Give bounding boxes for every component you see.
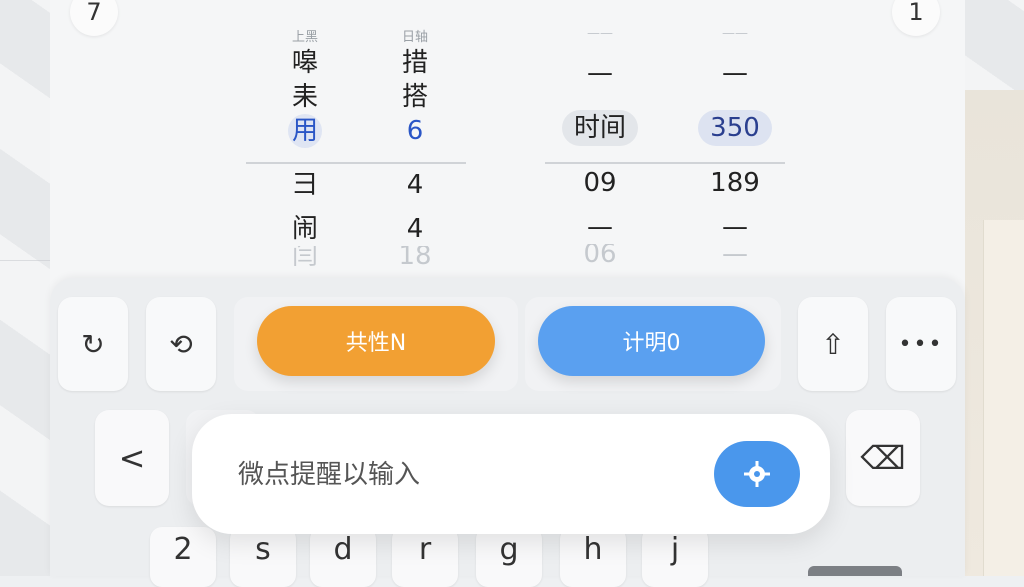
key-j[interactable]: j bbox=[642, 527, 708, 587]
picker-selected-item[interactable]: 6 bbox=[407, 114, 424, 148]
chevron-left-icon: < bbox=[118, 439, 146, 477]
picker-item[interactable]: 耒 bbox=[292, 80, 318, 114]
picker-column-2[interactable]: 日轴 措 搭 6 4 4 18 bbox=[390, 0, 440, 266]
key-s[interactable]: s bbox=[230, 527, 296, 587]
picker-item[interactable]: 4 bbox=[407, 212, 424, 246]
picker-item[interactable]: 嗥 bbox=[292, 46, 318, 80]
key-2[interactable]: 2 bbox=[150, 527, 216, 587]
picker-item[interactable]: 189 bbox=[710, 166, 760, 200]
picker-item[interactable]: 闹 bbox=[292, 212, 318, 246]
picker-item[interactable]: 彐 bbox=[292, 168, 318, 202]
picker-item-faint: 06 bbox=[583, 244, 617, 264]
shift-icon: ⇧ bbox=[821, 327, 845, 361]
more-icon: ••• bbox=[898, 331, 944, 357]
corner-button-right[interactable]: 1 bbox=[892, 0, 940, 36]
key-r[interactable]: r bbox=[392, 527, 458, 587]
text-input-bar[interactable]: 微点提醒以输入 bbox=[192, 414, 830, 534]
key-g[interactable]: g bbox=[476, 527, 542, 587]
home-indicator bbox=[808, 566, 902, 576]
picker-item[interactable]: 4 bbox=[407, 168, 424, 202]
refresh-icon: ↻ bbox=[81, 327, 105, 361]
back-key[interactable]: < bbox=[95, 410, 169, 506]
picker-item-faint: 18 bbox=[398, 246, 432, 266]
picker-item[interactable]: 09 bbox=[583, 166, 616, 200]
picker-item[interactable]: — bbox=[587, 210, 613, 244]
picker-selected-item[interactable]: 时间 bbox=[561, 110, 638, 146]
picker-column-1[interactable]: 上黑 嗥 耒 用 彐 闹 闫 bbox=[280, 0, 330, 266]
picker-column-3[interactable]: —— — 时间 09 — 06 bbox=[550, 0, 650, 264]
picker-column-4[interactable]: —— — 350 189 — — bbox=[685, 0, 785, 264]
picker-item-faint: 闫 bbox=[291, 246, 318, 266]
shift-button[interactable]: ⇧ bbox=[798, 297, 868, 391]
picker-header: —— bbox=[722, 26, 748, 41]
undo-button[interactable]: ⟲ bbox=[146, 297, 216, 391]
orange-action-button[interactable]: 共性N bbox=[257, 306, 495, 376]
target-icon bbox=[744, 461, 770, 487]
delete-key[interactable]: ⌫ bbox=[846, 410, 920, 506]
more-button[interactable]: ••• bbox=[886, 297, 956, 391]
undo-icon: ⟲ bbox=[169, 327, 193, 361]
picker-header: —— bbox=[587, 26, 613, 41]
picker-header: 日轴 bbox=[401, 30, 428, 45]
picker-selected-item[interactable]: 350 bbox=[698, 110, 772, 146]
corner-button-left[interactable]: 7 bbox=[70, 0, 118, 36]
refresh-button[interactable]: ↻ bbox=[58, 297, 128, 391]
key-d[interactable]: d bbox=[310, 527, 376, 587]
picker-item[interactable]: — bbox=[722, 210, 748, 244]
send-button[interactable] bbox=[714, 441, 800, 507]
picker-divider-left bbox=[246, 162, 466, 164]
blue-action-button[interactable]: 计明0 bbox=[538, 306, 765, 376]
input-placeholder: 微点提醒以输入 bbox=[238, 460, 421, 490]
picker-header: 上黑 bbox=[291, 30, 318, 45]
backspace-icon: ⌫ bbox=[860, 439, 906, 477]
background-right-block bbox=[983, 220, 1024, 576]
picker-item[interactable]: 措 bbox=[402, 46, 428, 80]
key-h[interactable]: h bbox=[560, 527, 626, 587]
picker-selected-item[interactable]: 用 bbox=[288, 114, 322, 148]
picker-item[interactable]: 搭 bbox=[402, 80, 428, 114]
picker-item[interactable]: — bbox=[722, 56, 748, 90]
picker-item-faint: — bbox=[722, 244, 748, 264]
picker-divider-right bbox=[545, 162, 785, 164]
picker-item[interactable]: — bbox=[587, 56, 613, 90]
